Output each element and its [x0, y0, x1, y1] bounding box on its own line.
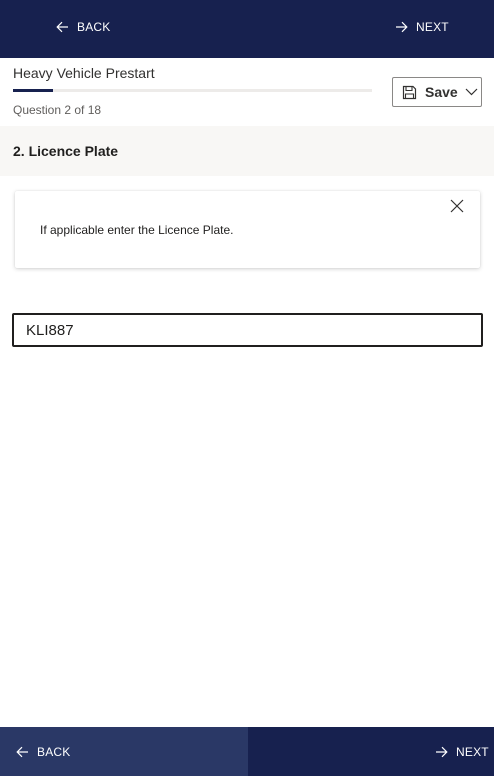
save-disk-icon — [402, 85, 417, 99]
licence-plate-input[interactable] — [12, 313, 483, 347]
info-card: If applicable enter the Licence Plate. — [15, 191, 480, 268]
save-label: Save — [425, 84, 458, 100]
info-text: If applicable enter the Licence Plate. — [40, 223, 234, 237]
save-button[interactable]: Save — [392, 77, 482, 107]
progress-fill — [13, 89, 53, 92]
arrow-right-icon — [436, 746, 448, 758]
arrow-left-icon — [16, 746, 28, 758]
bottom-next-label: NEXT — [456, 745, 489, 759]
top-back-label: BACK — [77, 20, 111, 34]
question-title: 2. Licence Plate — [13, 143, 119, 159]
arrow-right-icon — [396, 21, 408, 33]
close-icon[interactable] — [449, 198, 465, 214]
question-counter: Question 2 of 18 — [13, 103, 102, 117]
question-section-header: 2. Licence Plate — [0, 126, 494, 176]
top-next-button[interactable]: NEXT — [395, 20, 449, 34]
form-title: Heavy Vehicle Prestart — [13, 65, 155, 81]
bottom-nav-bar: BACK NEXT — [0, 727, 494, 776]
top-back-button[interactable]: BACK — [56, 20, 110, 34]
bottom-next-button[interactable]: NEXT — [248, 727, 494, 776]
chevron-down-icon[interactable] — [465, 88, 478, 96]
progress-bar — [13, 89, 372, 92]
arrow-left-icon — [56, 21, 68, 33]
top-next-label: NEXT — [416, 20, 449, 34]
bottom-back-label: BACK — [37, 745, 71, 759]
top-nav-bar: BACK NEXT — [0, 0, 494, 58]
bottom-back-button[interactable]: BACK — [0, 727, 248, 776]
